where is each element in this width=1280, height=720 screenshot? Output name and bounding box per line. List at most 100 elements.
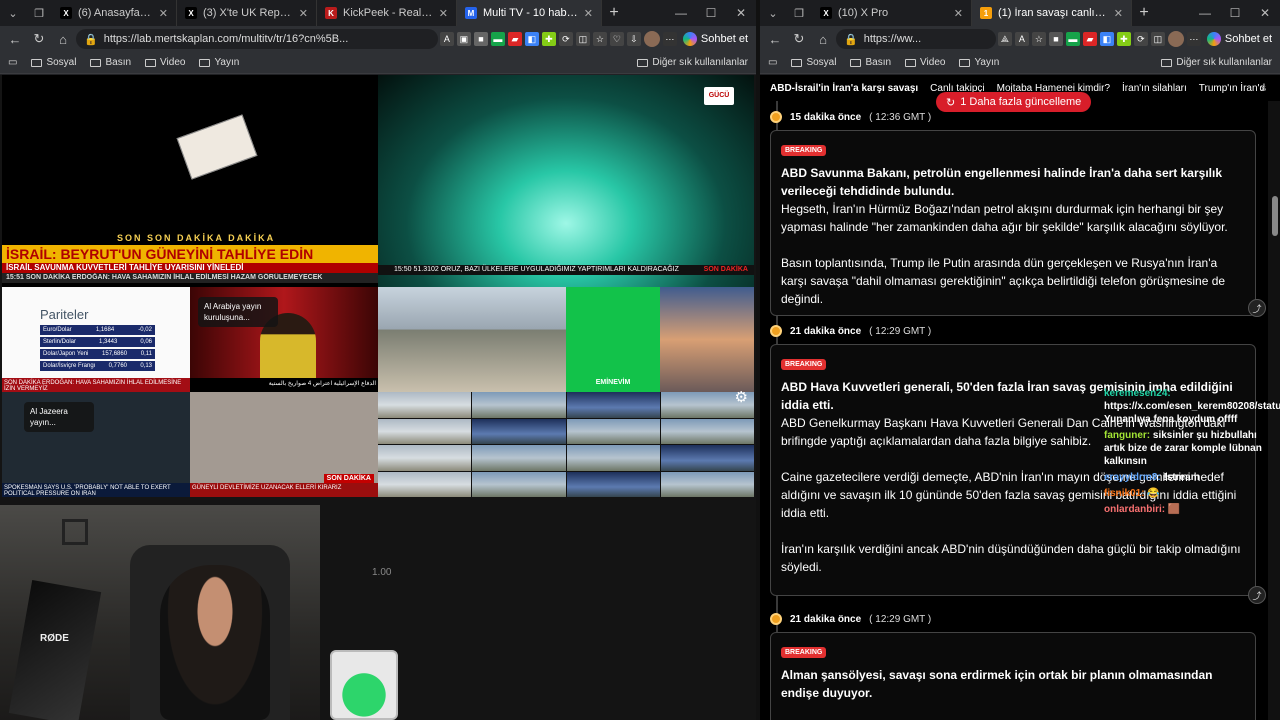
extension-red-icon[interactable]: ▰ <box>507 32 522 46</box>
camera-tile[interactable] <box>378 471 472 497</box>
tab[interactable]: X (3) X'te UK Report: "ᴅᴜᴄᴋɪɴɢ ... ✕ <box>177 0 317 26</box>
close-icon[interactable]: ✕ <box>584 7 593 20</box>
refresh-icon[interactable]: ↻ <box>788 28 810 50</box>
extension-red-icon[interactable]: ▰ <box>1082 32 1097 46</box>
extension-icon[interactable]: ■ <box>1048 32 1063 46</box>
channel-popup[interactable]: Al Jazeera yayın... <box>24 402 94 432</box>
camera-tile[interactable] <box>566 418 660 444</box>
extension-blue-icon[interactable]: ◧ <box>1099 32 1114 46</box>
topic-link[interactable]: ABD-İsrail'in İran'a karşı savaşı <box>770 83 918 94</box>
tab-actions-icon[interactable]: ⌄ <box>760 0 786 26</box>
camera-tile[interactable] <box>660 445 754 471</box>
profile-avatar[interactable] <box>643 31 660 47</box>
downloads-icon[interactable]: ⇩ <box>626 32 641 46</box>
maximize-icon[interactable]: ☐ <box>1220 6 1250 20</box>
split-screen-icon[interactable]: ◫ <box>575 32 590 46</box>
favorites-icon[interactable]: ☆ <box>1031 32 1046 46</box>
workspaces-icon[interactable]: ❐ <box>26 0 52 26</box>
extension-lime-icon[interactable]: ✚ <box>541 32 556 46</box>
bookmark-folder[interactable]: Sosyal <box>791 57 836 68</box>
minimize-icon[interactable]: — <box>1190 6 1220 20</box>
tv-player-7[interactable] <box>660 287 754 392</box>
profile-avatar[interactable] <box>1167 31 1184 47</box>
camera-tile[interactable] <box>472 471 566 497</box>
address-bar[interactable]: 🔒 https://ww... <box>836 29 996 49</box>
tab[interactable]: K KickPeek - Real-time URL Cr... ✕ <box>317 0 457 26</box>
bookmark-folder[interactable]: Video <box>145 57 185 68</box>
camera-tile[interactable] <box>566 445 660 471</box>
extension-green-icon[interactable]: ▬ <box>1065 32 1080 46</box>
tab-actions-icon[interactable]: ⌄ <box>0 0 26 26</box>
bookmark-folder[interactable]: Sosyal <box>31 57 76 68</box>
tv-player-8[interactable]: Al Jazeera yayın... SPOKESMAN SAYS U.S. … <box>2 392 190 497</box>
camera-tile[interactable] <box>660 418 754 444</box>
read-aloud-icon[interactable]: A <box>1014 32 1029 46</box>
tab[interactable]: X (10) X Pro ✕ <box>812 0 972 26</box>
new-tab-button[interactable]: + <box>602 4 626 22</box>
camera-tile[interactable] <box>566 471 660 497</box>
camera-grid[interactable] <box>378 392 754 497</box>
home-icon[interactable]: ⌂ <box>812 28 834 50</box>
tab-active[interactable]: M Multi TV - 10 haber kanalını ✕ <box>457 0 602 26</box>
close-icon[interactable]: ✕ <box>1114 7 1123 20</box>
address-bar[interactable]: 🔒 https://lab.mertskaplan.com/multitv/tr… <box>76 29 438 49</box>
more-icon[interactable]: ⋯ <box>1186 32 1201 46</box>
camera-tile[interactable] <box>660 471 754 497</box>
tv-player-9[interactable]: SON DAKİKA GÜNEYLİ DEVLETİMİZE UZANACAK … <box>190 392 378 497</box>
tab-active[interactable]: 1 (1) İran savaşı canlı güncellemesi ✕ <box>972 0 1132 26</box>
tv-player-5[interactable] <box>378 287 566 392</box>
sync-icon[interactable]: ⟳ <box>558 32 573 46</box>
more-icon[interactable]: ⋯ <box>662 32 677 46</box>
close-window-icon[interactable]: ✕ <box>726 6 756 20</box>
tv-player-4[interactable]: Al Arabiya yayın kuruluşuna... الدفاع ال… <box>190 287 378 392</box>
sync-icon[interactable]: ⟳ <box>1133 32 1148 46</box>
maximize-icon[interactable]: ☐ <box>696 6 726 20</box>
translate-icon[interactable]: ⟁ <box>997 32 1012 46</box>
refresh-icon[interactable]: ↻ <box>28 28 50 50</box>
close-icon[interactable]: ✕ <box>954 7 963 20</box>
back-icon[interactable]: ← <box>4 28 26 50</box>
extension-blue-icon[interactable]: ◧ <box>524 32 539 46</box>
share-icon[interactable]: ⤴ <box>1248 586 1266 604</box>
close-icon[interactable]: ✕ <box>439 7 448 20</box>
back-icon[interactable]: ← <box>764 28 786 50</box>
bookmark-folder[interactable]: Video <box>905 57 945 68</box>
tab[interactable]: X (6) Anasayfa / X ✕ <box>52 0 177 26</box>
bookmark-menu-icon[interactable]: ▭ <box>768 57 777 68</box>
bookmark-folder[interactable]: Yayın <box>199 57 239 68</box>
tv-player-2[interactable]: GÜCÜ 15:50 51.3102 ORUZ, BAZI ÜLKELERE U… <box>378 75 754 287</box>
copilot-button[interactable]: Sohbet et <box>679 32 752 46</box>
scrollbar-thumb[interactable] <box>1272 196 1278 236</box>
camera-tile[interactable] <box>378 392 472 418</box>
topic-link[interactable]: Trump'ın İran'daki nih... <box>1199 83 1266 94</box>
extension-green-icon[interactable]: ▬ <box>490 32 505 46</box>
new-tab-button[interactable]: + <box>1132 4 1156 22</box>
channel-popup[interactable]: Al Arabiya yayın kuruluşuna... <box>198 297 278 327</box>
close-icon[interactable]: ✕ <box>299 7 308 20</box>
other-favorites[interactable]: Diğer sık kullanılanlar <box>637 57 748 68</box>
bookmark-folder[interactable]: Yayın <box>959 57 999 68</box>
extension-icon[interactable]: ■ <box>473 32 488 46</box>
more-updates-button[interactable]: ↻ 1 Daha fazla güncelleme <box>936 92 1092 112</box>
bookmark-folder[interactable]: Basın <box>850 57 891 68</box>
topic-link[interactable]: İran'ın silahları <box>1122 83 1187 94</box>
workspaces-icon[interactable]: ❐ <box>786 0 812 26</box>
tv-player-6[interactable]: EMİNEVİM <box>566 287 660 392</box>
camera-tile[interactable] <box>378 445 472 471</box>
gear-icon[interactable]: ⚙ <box>735 388 748 406</box>
favorites-icon[interactable]: ☆ <box>592 32 607 46</box>
screenshot-icon[interactable]: ▣ <box>456 32 471 46</box>
camera-tile[interactable] <box>378 418 472 444</box>
tv-player-3[interactable]: Pariteler Euro/Dolar 1,1684 -0,02 Sterlin/… <box>2 287 190 392</box>
minimize-icon[interactable]: — <box>666 6 696 20</box>
read-aloud-icon[interactable]: A <box>439 32 454 46</box>
camera-tile[interactable] <box>472 418 566 444</box>
tv-player-1[interactable]: SON SON DAKİKA DAKİKA İSRAİL: BEYRUT'UN … <box>2 75 378 287</box>
bookmark-menu-icon[interactable]: ▭ <box>8 57 17 68</box>
chevron-right-icon[interactable]: › <box>1261 83 1264 94</box>
camera-tile[interactable] <box>472 445 566 471</box>
home-icon[interactable]: ⌂ <box>52 28 74 50</box>
share-icon[interactable]: ⤴ <box>1248 299 1266 317</box>
other-favorites[interactable]: Diğer sık kullanılanlar <box>1161 57 1272 68</box>
close-window-icon[interactable]: ✕ <box>1250 6 1280 20</box>
